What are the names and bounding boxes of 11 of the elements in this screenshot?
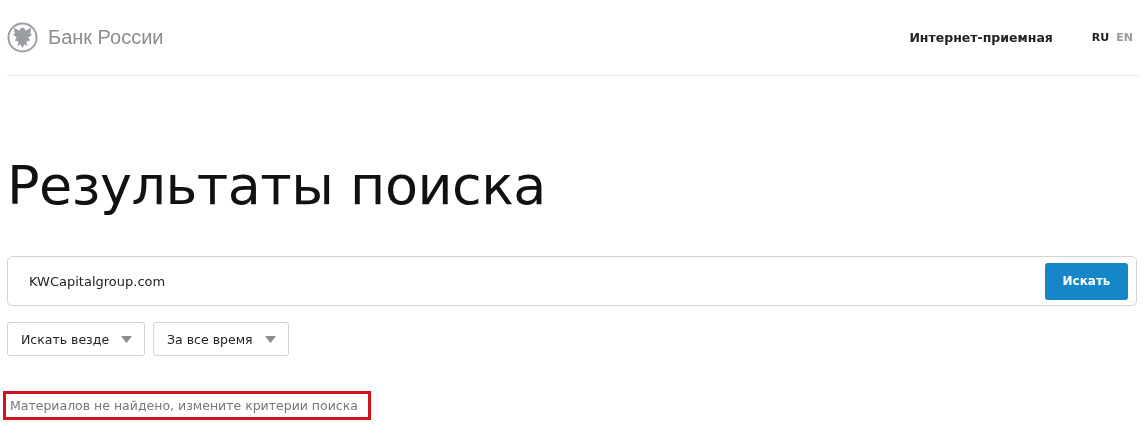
caret-icon bbox=[121, 335, 133, 343]
search-field[interactable]: KWCapitalgroup.com Искать bbox=[7, 256, 1137, 306]
no-results-message: Материалов не найдено, измените критерии поиска bbox=[3, 391, 371, 420]
search-button[interactable]: Искать bbox=[1045, 262, 1128, 300]
nav-link[interactable]: Интернет-приемная bbox=[909, 30, 1053, 45]
filter-dropdown[interactable]: Искать везде bbox=[7, 322, 146, 356]
page-title: Результаты поиска bbox=[7, 154, 547, 218]
language-link[interactable]: RU bbox=[1091, 31, 1110, 44]
eagle-emblem-icon bbox=[7, 22, 38, 53]
filter-dropdown[interactable]: За все время bbox=[153, 322, 289, 356]
caret-icon bbox=[264, 335, 276, 343]
